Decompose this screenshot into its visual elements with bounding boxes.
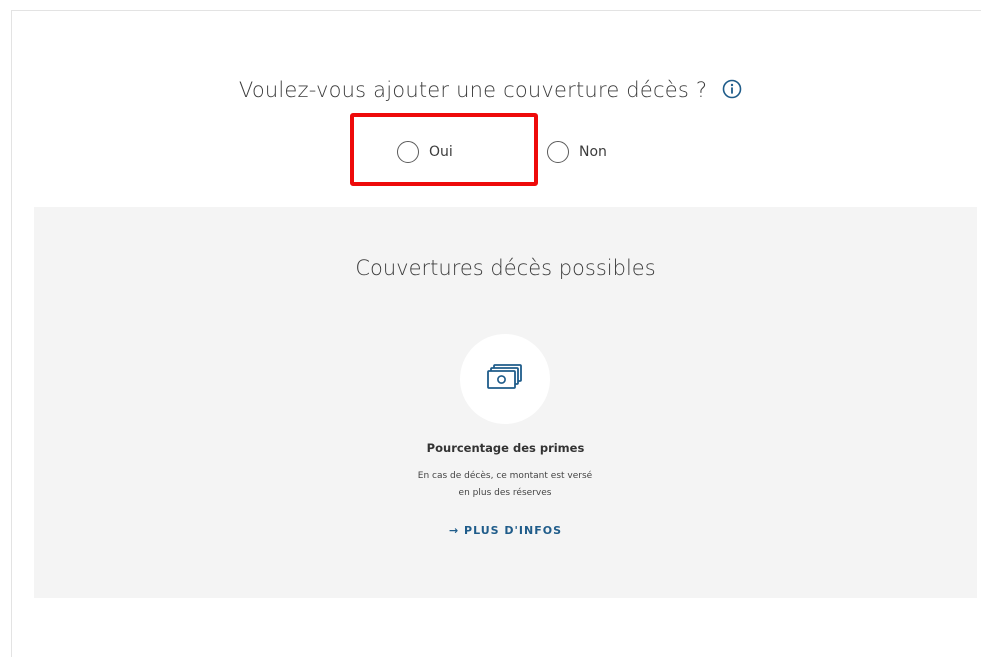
more-info-link[interactable]: → PLUS D'INFOS [34, 524, 977, 537]
question-heading: Voulez-vous ajouter une couverture décès… [0, 78, 981, 104]
radio-button-oui[interactable] [397, 141, 419, 163]
card-title: Pourcentage des primes [426, 441, 585, 455]
info-circle-icon[interactable] [722, 79, 742, 104]
panel-title: Couvertures décès possibles [355, 256, 656, 280]
radio-button-non[interactable] [547, 141, 569, 163]
card-description-line-1: En cas de décès, ce montant est versé [417, 471, 593, 481]
death-coverage-panel: Couvertures décès possibles Pourcentage … [34, 207, 977, 598]
card-description: En cas de décès, ce montant est versé en… [355, 468, 655, 502]
radio-label-oui: Oui [429, 144, 453, 160]
card-description-line-2: en plus des réserves [458, 488, 552, 498]
radio-option-oui[interactable]: Oui [397, 141, 453, 163]
banknotes-icon [485, 362, 525, 396]
radio-label-non: Non [579, 144, 607, 160]
card-icon-circle [460, 334, 550, 424]
question-text: Voulez-vous ajouter une couverture décès… [238, 78, 708, 102]
radio-option-non[interactable]: Non [547, 141, 607, 163]
